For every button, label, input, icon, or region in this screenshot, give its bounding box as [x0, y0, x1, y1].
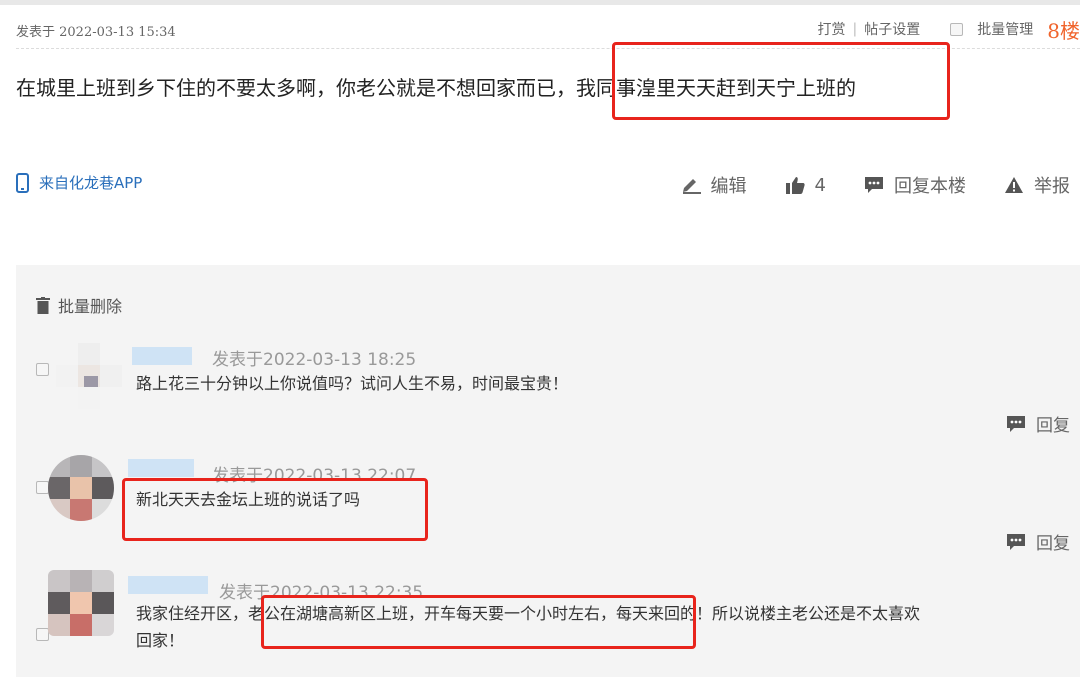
- post-content-text: 在城里上班到乡下住的不要太多啊，你老公就是不想回家而已，: [16, 76, 576, 100]
- warning-icon: [1005, 177, 1023, 193]
- post-settings-link[interactable]: 帖子设置: [864, 19, 920, 39]
- reply-text: 路上花三十分钟以上你说值吗？试问人生不易，时间最宝贵！: [136, 374, 569, 393]
- reply-label: 回复: [1036, 416, 1070, 436]
- username-redacted[interactable]: [132, 347, 192, 365]
- reply-button[interactable]: 回复: [1006, 529, 1070, 554]
- trash-icon: [36, 296, 50, 314]
- floor-number: 8楼: [1047, 18, 1080, 43]
- reply-floor-button[interactable]: 回复本楼: [864, 172, 966, 198]
- reply-floor-label: 回复本楼: [894, 176, 966, 197]
- post-meta-bar: 发表于 2022-03-13 15:34 打赏 | 帖子设置 批量管理 8楼: [0, 14, 1080, 44]
- highlight-box-reply-2: [122, 478, 428, 541]
- like-count: 4: [814, 174, 826, 196]
- post-tools: 打赏 | 帖子设置 批量管理 8楼: [818, 14, 1080, 44]
- batch-manage-checkbox[interactable]: [950, 22, 964, 36]
- phone-icon: [16, 172, 29, 193]
- post-actions: 编辑 4 回复本楼 举报: [643, 172, 1070, 198]
- chat-bubble-icon: [1007, 415, 1025, 432]
- separator: |: [852, 21, 858, 37]
- avatar[interactable]: [48, 455, 114, 521]
- like-button[interactable]: 4: [785, 175, 826, 196]
- post-timestamp: 发表于 2022-03-13 15:34: [16, 25, 176, 40]
- post-source[interactable]: 来自化龙巷APP: [16, 172, 142, 193]
- edit-button[interactable]: 编辑: [681, 172, 747, 198]
- source-label[interactable]: 来自化龙巷APP: [39, 172, 142, 193]
- edit-label: 编辑: [710, 176, 747, 197]
- reply-item: 发表于2022-03-13 18:25 路上花三十分钟以上你说值吗？试问人生不易…: [16, 343, 1080, 443]
- chat-bubble-icon: [865, 177, 883, 193]
- batch-delete-label: 批量删除: [58, 297, 123, 316]
- batch-manage-label[interactable]: 批量管理: [977, 19, 1033, 39]
- reply-timestamp: 发表于2022-03-13 18:25: [212, 350, 417, 370]
- batch-delete-button[interactable]: 批量删除: [36, 293, 122, 317]
- top-border: [0, 0, 1080, 5]
- reply-button[interactable]: 回复: [1006, 411, 1070, 436]
- highlight-box-reply-3: [261, 595, 696, 649]
- avatar[interactable]: [56, 343, 122, 409]
- username-redacted[interactable]: [128, 459, 194, 477]
- reply-checkbox[interactable]: [36, 363, 49, 376]
- thumbs-up-icon: [785, 177, 805, 194]
- pencil-icon: [682, 179, 701, 194]
- reward-link[interactable]: 打赏: [818, 19, 846, 39]
- avatar[interactable]: [48, 570, 114, 636]
- report-label: 举报: [1034, 176, 1070, 197]
- report-button[interactable]: 举报: [1004, 172, 1070, 198]
- chat-bubble-icon: [1007, 533, 1025, 550]
- username-redacted[interactable]: [128, 576, 208, 594]
- reply-text-start: 我家住经开区，: [136, 604, 249, 623]
- reply-label: 回复: [1036, 534, 1070, 554]
- highlight-box-post: [612, 42, 950, 120]
